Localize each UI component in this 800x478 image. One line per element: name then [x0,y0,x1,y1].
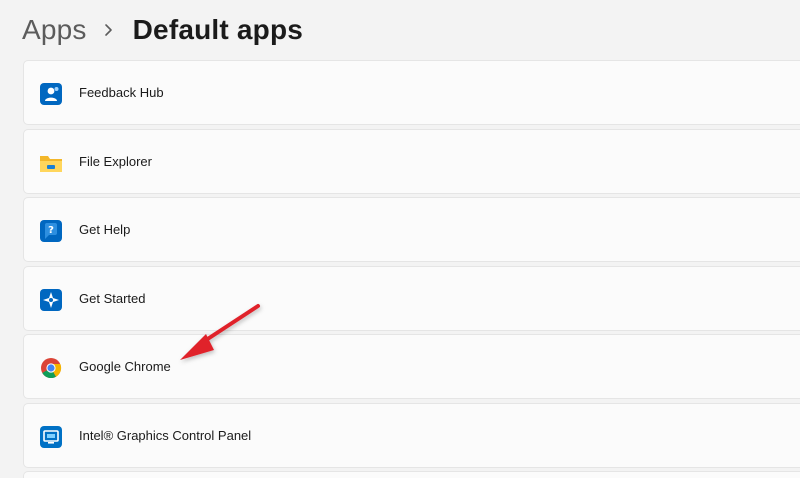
app-label: File Explorer [79,153,152,169]
breadcrumb-apps-link[interactable]: Apps [22,14,87,46]
app-list: Feedback Hub File Explorer ? Get Help Ge… [23,60,800,478]
app-label: Get Started [79,290,146,306]
intel-graphics-icon [40,425,62,448]
app-label: Feedback Hub [79,85,164,100]
app-label: Get Help [79,222,131,237]
app-row-file-explorer[interactable]: File Explorer [23,128,800,194]
app-row-intel-graphics[interactable]: Intel® Graphics Control Panel [23,402,800,468]
chevron-right-icon [104,24,112,36]
app-row-partial[interactable] [23,471,800,478]
page-title: Default apps [132,14,304,45]
app-row-google-chrome[interactable]: Google Chrome [23,334,800,399]
chrome-icon [41,358,62,379]
default-apps-page: Apps Default apps Feedback Hub File Expl… [0,0,800,478]
app-row-get-started[interactable]: Get Started [23,265,800,331]
svg-text:?: ? [48,225,54,236]
get-started-icon [40,288,62,311]
app-label: Intel® Graphics Control Panel [79,427,252,443]
file-explorer-icon [40,155,62,172]
app-label: Google Chrome [79,359,171,374]
feedback-hub-icon [40,83,62,105]
breadcrumb: Apps Default apps [22,8,303,52]
get-help-icon: ? [40,220,62,242]
app-row-feedback-hub[interactable]: Feedback Hub [23,60,800,125]
app-row-get-help[interactable]: ? Get Help [23,197,800,262]
